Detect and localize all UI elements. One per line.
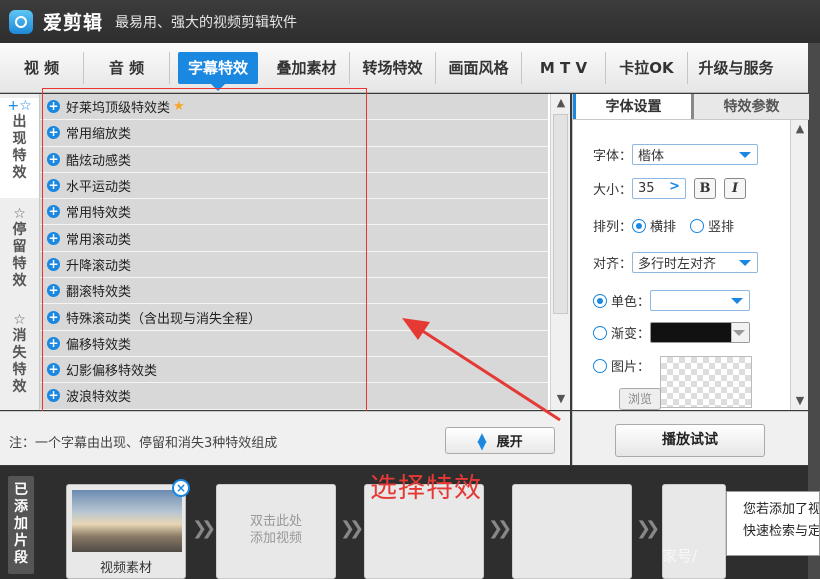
tab-video[interactable]: 视 频 (0, 51, 84, 84)
scroll-up-icon[interactable]: ▲ (552, 94, 570, 112)
tooltip-line: 您若添加了视 (743, 502, 820, 517)
tab-font-settings[interactable]: 字体设置 (573, 94, 691, 119)
vertical-radio[interactable] (690, 218, 705, 233)
tab-karaoke[interactable]: 卡拉OK (606, 51, 688, 84)
size-label: 大小： (593, 183, 633, 198)
chevron-down-icon (731, 298, 744, 304)
side-tab-label: 消失特效 (12, 328, 27, 395)
tooltip: 您若添加了视 快速检索与定 (726, 491, 820, 556)
settings-tabs: 字体设置 特效参数 (573, 94, 809, 120)
chevron-right-icon: ❯❯ (340, 518, 364, 539)
side-tab-label: 出现特效 (12, 114, 27, 181)
solid-color-select[interactable] (650, 290, 751, 311)
settings-scrollbar[interactable]: ▲ ▼ (790, 120, 808, 410)
annotation-text: 选择特效 (370, 473, 482, 504)
horizontal-radio[interactable] (632, 218, 647, 233)
chevron-down-icon (739, 260, 752, 266)
clip-name: 视频素材 (99, 561, 152, 576)
close-icon[interactable]: × (172, 479, 190, 497)
effect-list-scrollbar[interactable]: ▲ ▼ (550, 94, 570, 410)
size-input[interactable]: 35 > (632, 178, 687, 199)
tab-upgrade-service[interactable]: 升级与服务 (688, 52, 784, 84)
italic-button[interactable]: I (724, 178, 747, 199)
tab-effect-params[interactable]: 特效参数 (691, 94, 809, 119)
arrange-row: 排列： 横排 竖排 (593, 216, 734, 235)
side-tab-disappear[interactable]: ☆ 消失特效 (0, 312, 39, 408)
font-select[interactable]: 楷体 (632, 144, 759, 165)
tooltip-line: 快速检索与定 (743, 524, 820, 539)
browse-button[interactable]: 浏览 (619, 388, 661, 410)
side-tab-stay[interactable]: ☆ 停留特效 (0, 206, 39, 306)
empty-clip-slot[interactable] (512, 484, 632, 579)
scroll-up-icon[interactable]: ▲ (791, 120, 809, 138)
picture-label: 图片： (611, 360, 651, 375)
note-bar: 注：一个字幕由出现、停留和消失3种特效组成 ▲ ▼ 展开 (0, 411, 570, 465)
picture-row: 图片： (593, 356, 753, 408)
align-label: 对齐： (593, 257, 633, 272)
tab-subtitle-effects[interactable]: 字幕特效 (178, 51, 258, 91)
chevron-right-icon: > (669, 179, 681, 194)
chevron-down-icon (739, 152, 752, 158)
disappear-star-icon: ☆ (13, 312, 26, 328)
size-row: 大小： 35 > B I (593, 178, 747, 199)
note-text: 注：一个字幕由出现、停留和消失3种特效组成 (9, 436, 278, 451)
add-video-slot[interactable]: 双击此处 添加视频 (216, 484, 336, 579)
expand-button[interactable]: ▲ ▼ 展开 (445, 427, 555, 454)
chevron-right-icon: ❯❯ (636, 518, 660, 539)
tab-transition[interactable]: 转场特效 (350, 51, 436, 84)
chevron-right-icon: ❯❯ (192, 518, 216, 539)
app-name: 爱剪辑 (43, 12, 104, 34)
play-preview-button[interactable]: 播放试试 (615, 424, 765, 457)
expand-arrows-icon: ▲ ▼ (477, 429, 487, 452)
added-clips-label: 已添加片段 (8, 476, 34, 574)
chevron-right-icon: ❯❯ (488, 518, 512, 539)
tab-mtv[interactable]: M T V (522, 51, 606, 84)
bold-button[interactable]: B (694, 178, 717, 199)
clip-thumbnail[interactable]: 视频素材 (66, 484, 186, 579)
play-bar: 播放试试 (572, 411, 808, 465)
picture-preview (660, 356, 753, 408)
main-tab-bar: 视 频 音 频 字幕特效 叠加素材 转场特效 画面风格 M T V 卡拉OK 升… (0, 43, 808, 93)
tab-audio[interactable]: 音 频 (84, 51, 170, 84)
appear-star-icon: +☆ (7, 98, 32, 114)
gradient-select[interactable] (650, 322, 751, 343)
stay-star-icon: ☆ (13, 206, 26, 222)
add-hint-line2: 添加视频 (249, 531, 302, 546)
font-label: 字体： (593, 149, 633, 164)
horizontal-label: 横排 (650, 220, 677, 235)
app-logo-icon (9, 9, 33, 34)
vertical-label: 竖排 (708, 220, 735, 235)
font-settings-panel: 字体设置 特效参数 字体： 楷体 大小： 35 > B I 排列： 横排 竖排 … (572, 94, 809, 410)
app-slogan: 最易用、强大的视频剪辑软件 (115, 14, 298, 31)
effect-phase-tabs: +☆ 出现特效 ☆ 停留特效 ☆ 消失特效 (0, 94, 40, 410)
align-row: 对齐： 多行时左对齐 (593, 252, 759, 273)
gradient-radio[interactable] (593, 325, 607, 340)
solid-color-radio[interactable] (593, 293, 607, 308)
gradient-label: 渐变： (611, 327, 651, 342)
gradient-row: 渐变： (593, 322, 751, 343)
align-select[interactable]: 多行时左对齐 (632, 252, 759, 273)
scroll-down-icon[interactable]: ▼ (552, 390, 570, 408)
add-hint-line1: 双击此处 (249, 514, 302, 529)
solid-color-label: 单色： (611, 295, 651, 310)
watermark-text: 家号/ (662, 547, 698, 565)
scroll-thumb[interactable] (553, 114, 568, 314)
side-tab-label: 停留特效 (12, 222, 27, 289)
highlight-box (42, 88, 367, 412)
scroll-down-icon[interactable]: ▼ (791, 392, 809, 410)
solid-color-row: 单色： (593, 290, 751, 311)
side-tab-appear[interactable]: +☆ 出现特效 (0, 98, 39, 198)
chevron-down-icon (733, 330, 746, 336)
tab-overlay[interactable]: 叠加素材 (264, 51, 350, 84)
tab-filter-style[interactable]: 画面风格 (436, 51, 522, 84)
picture-radio[interactable] (593, 359, 607, 373)
font-row: 字体： 楷体 (593, 144, 759, 165)
arrange-label: 排列： (593, 220, 633, 235)
clip-preview-image (72, 490, 182, 552)
title-bar: 爱剪辑 最易用、强大的视频剪辑软件 (0, 0, 820, 43)
